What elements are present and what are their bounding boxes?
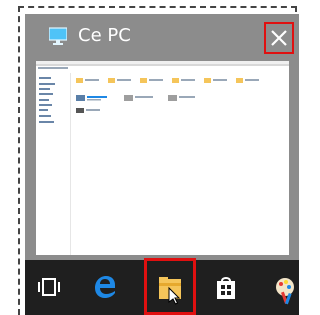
- file-explorer-miniature: [36, 61, 289, 255]
- store-icon: [217, 277, 235, 299]
- window-preview-image: [36, 61, 289, 255]
- edge-icon: [95, 276, 115, 298]
- close-button[interactable]: [264, 22, 294, 54]
- file-explorer-highlight: [144, 258, 196, 315]
- paint-icon: [276, 278, 294, 305]
- taskbar-item-task-view[interactable]: [29, 266, 69, 310]
- close-icon: [271, 30, 287, 46]
- taskbar-item-edge[interactable]: [85, 266, 125, 310]
- computer-icon: [49, 27, 67, 45]
- taskbar-item-paint[interactable]: [265, 266, 305, 310]
- task-view-icon: [38, 278, 60, 296]
- taskbar-item-store[interactable]: [206, 266, 246, 310]
- window-title: Ce PC: [78, 25, 131, 46]
- taskbar-thumbnail-preview[interactable]: Ce PC: [25, 14, 299, 260]
- thumbnail-title-bar: Ce PC: [25, 14, 299, 60]
